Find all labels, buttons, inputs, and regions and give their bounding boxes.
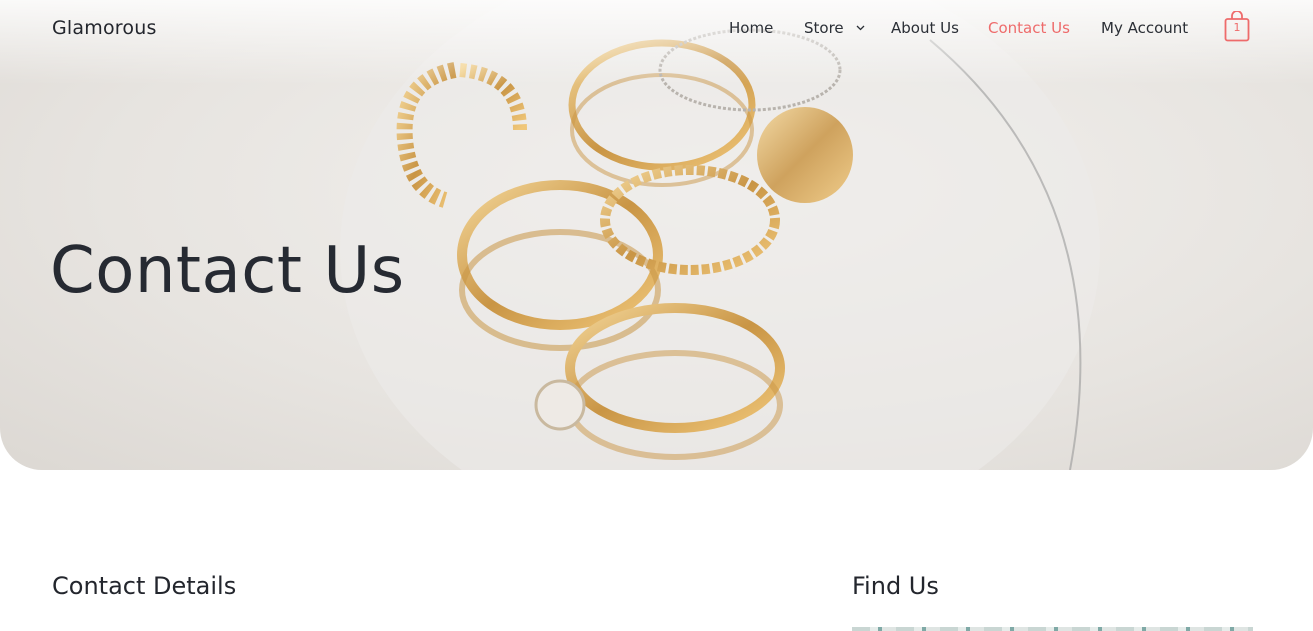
nav-about-us[interactable]: About Us (891, 19, 959, 37)
nav-store[interactable]: Store (804, 19, 865, 37)
nav-store-label: Store (804, 19, 844, 37)
map-embed[interactable] (852, 627, 1253, 631)
chevron-down-icon (856, 25, 865, 31)
page-title: Contact Us (50, 234, 405, 308)
site-logo[interactable]: Glamorous (52, 17, 157, 39)
nav-contact-us[interactable]: Contact Us (988, 19, 1070, 37)
find-us-heading: Find Us (852, 572, 939, 600)
contact-details-heading: Contact Details (52, 572, 237, 600)
nav-home[interactable]: Home (729, 19, 773, 37)
cart-count: 1 (1233, 21, 1241, 34)
cart-button[interactable]: 1 (1224, 10, 1250, 42)
nav-my-account[interactable]: My Account (1101, 19, 1188, 37)
hero-banner: Glamorous Home Store About Us Contact Us… (0, 0, 1313, 470)
site-header: Glamorous Home Store About Us Contact Us… (0, 0, 1313, 58)
